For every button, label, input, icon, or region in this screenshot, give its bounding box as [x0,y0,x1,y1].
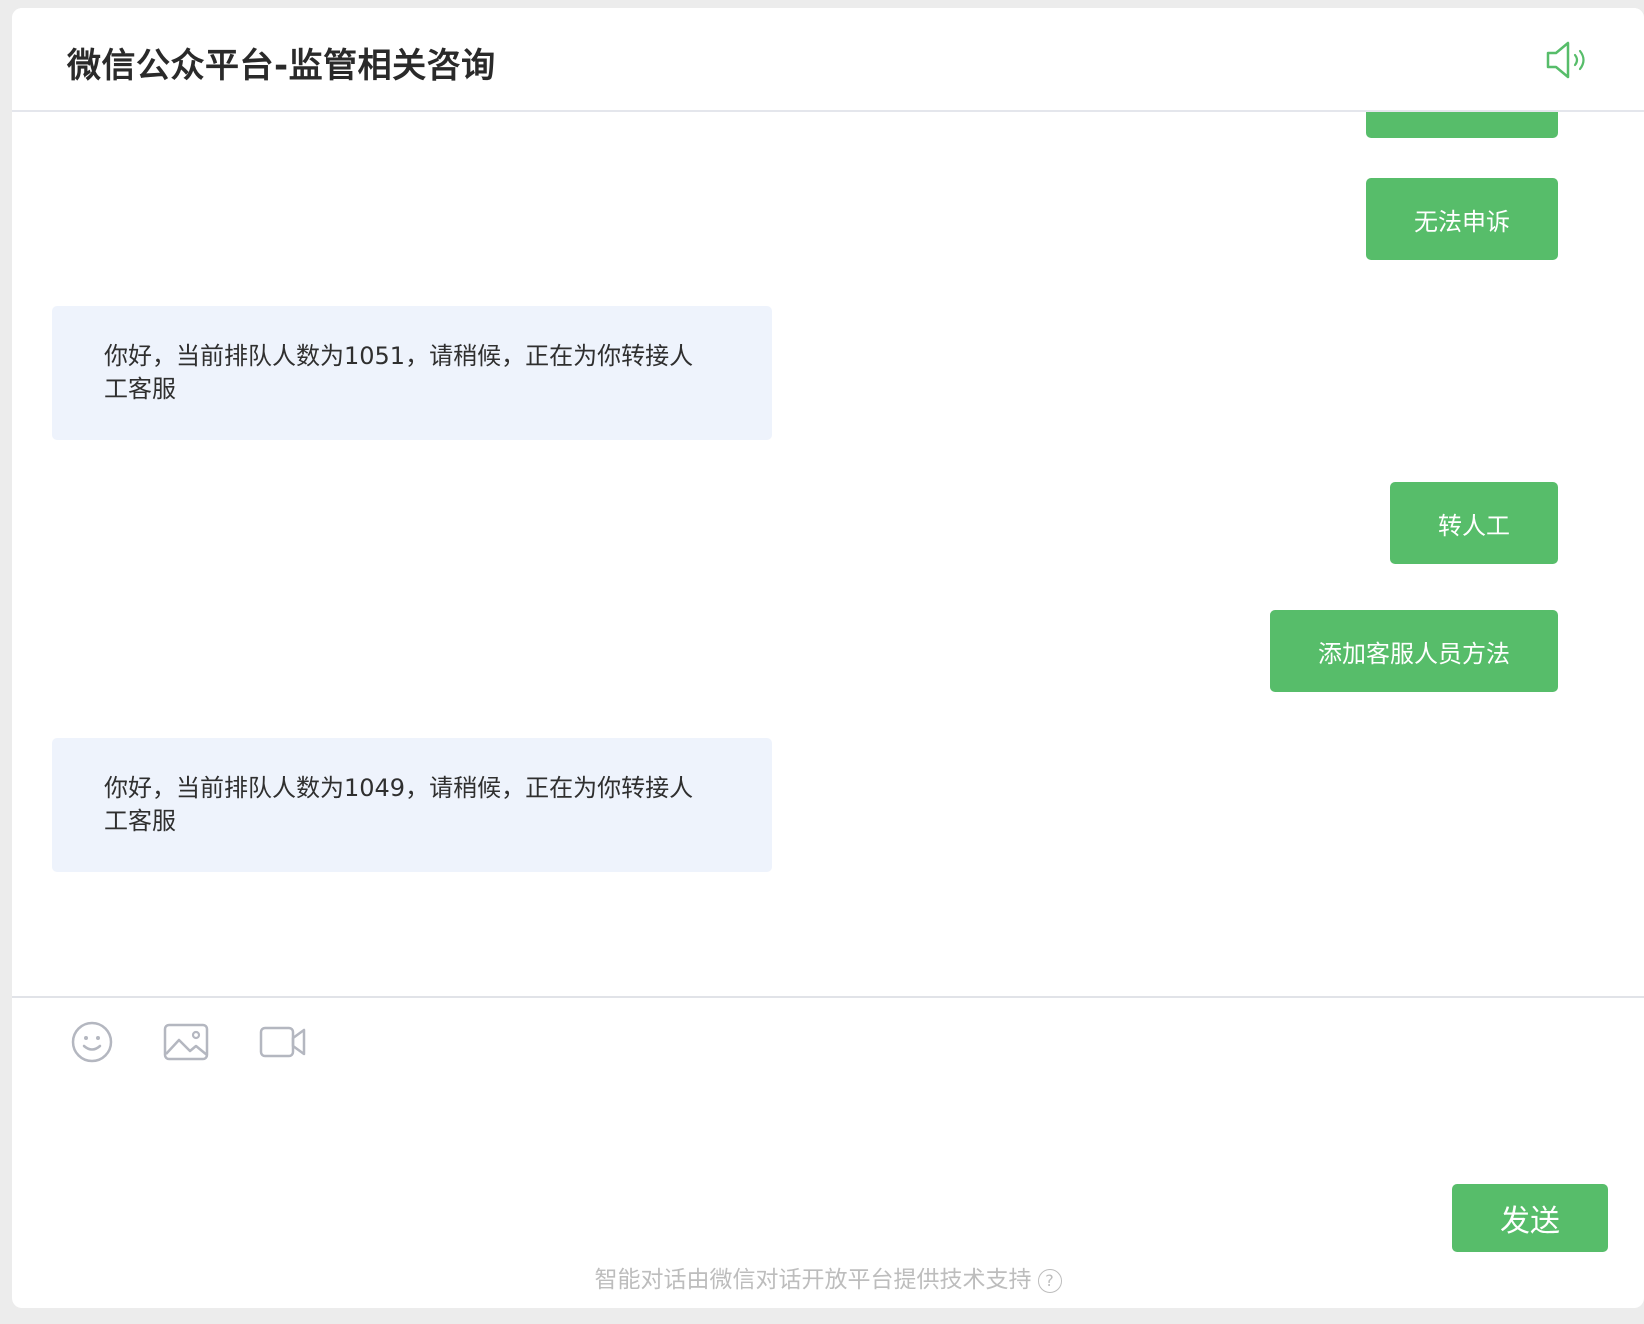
chat-window: 微信公众平台-监管相关咨询 无法申诉 你好，当前排队人数为1051，请稍候，正在… [12,8,1644,1308]
incoming-message: 你好，当前排队人数为1049，请稍候，正在为你转接人工客服 [52,738,772,872]
divider [12,996,1644,998]
outgoing-message[interactable]: 无法申诉 [1366,178,1558,260]
outgoing-message[interactable]: 添加客服人员方法 [1270,610,1558,692]
help-icon[interactable]: ? [1037,1268,1062,1293]
send-button[interactable]: 发送 [1452,1184,1608,1252]
page-title: 微信公众平台-监管相关咨询 [67,46,496,86]
emoji-icon[interactable] [70,1020,114,1068]
message-list[interactable]: 无法申诉 你好，当前排队人数为1051，请稍候，正在为你转接人工客服 转人工 添… [12,112,1644,996]
speaker-icon[interactable] [1542,38,1594,82]
footer-text: 智能对话由微信对话开放平台提供技术支持 [594,1267,1032,1293]
message-input[interactable] [62,1078,1586,1182]
outgoing-message[interactable] [1366,112,1558,138]
video-icon[interactable] [258,1020,308,1068]
footer: 智能对话由微信对话开放平台提供技术支持? [12,1260,1644,1294]
header: 微信公众平台-监管相关咨询 [12,8,1644,112]
incoming-message: 你好，当前排队人数为1051，请稍候，正在为你转接人工客服 [52,306,772,440]
outgoing-message[interactable]: 转人工 [1390,482,1558,564]
image-icon[interactable] [162,1020,210,1068]
